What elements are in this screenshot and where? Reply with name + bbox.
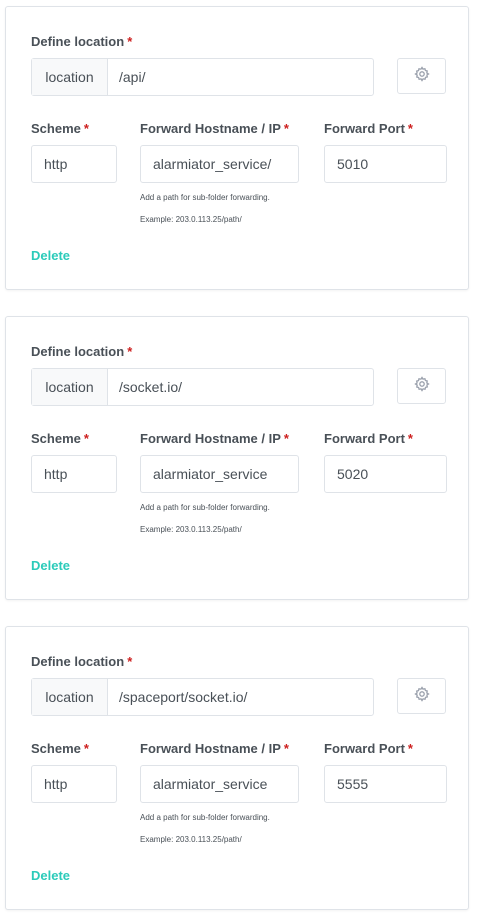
required-marker: * [407, 121, 413, 136]
required-marker: * [407, 741, 413, 756]
required-marker: * [283, 121, 289, 136]
location-input-group: location /spaceport/socket.io/ [31, 678, 374, 716]
required-marker: * [83, 121, 89, 136]
forward-port-label: Forward Port * [324, 431, 413, 446]
advanced-settings-button[interactable] [397, 678, 446, 714]
location-path-input[interactable]: /spaceport/socket.io/ [108, 679, 373, 715]
location-path-input[interactable]: /api/ [108, 59, 373, 95]
forward-host-input[interactable]: alarmiator_service [140, 765, 299, 803]
location-prefix: location [32, 369, 108, 405]
required-marker: * [83, 741, 89, 756]
scheme-label: Scheme * [31, 121, 89, 136]
scheme-input[interactable]: http [31, 765, 117, 803]
required-marker: * [283, 431, 289, 446]
example-hint: Example: 203.0.113.25/path/ [140, 835, 242, 844]
delete-link[interactable]: Delete [31, 248, 70, 263]
location-card: Define location * location /spaceport/soc… [5, 626, 469, 910]
forward-host-label: Forward Hostname / IP * [140, 741, 289, 756]
required-marker: * [83, 431, 89, 446]
gear-icon [413, 375, 430, 397]
scheme-input[interactable]: http [31, 455, 117, 493]
required-marker: * [127, 654, 133, 669]
forward-host-label: Forward Hostname / IP * [140, 431, 289, 446]
example-hint: Example: 203.0.113.25/path/ [140, 215, 242, 224]
required-marker: * [407, 431, 413, 446]
advanced-settings-button[interactable] [397, 58, 446, 94]
define-location-label: Define location * [31, 344, 133, 359]
example-hint: Example: 203.0.113.25/path/ [140, 525, 242, 534]
delete-link[interactable]: Delete [31, 868, 70, 883]
forward-port-input[interactable]: 5555 [324, 765, 447, 803]
forward-port-label: Forward Port * [324, 741, 413, 756]
scheme-input[interactable]: http [31, 145, 117, 183]
subfolder-hint: Add a path for sub-folder forwarding. [140, 503, 270, 512]
gear-icon [413, 65, 430, 87]
define-location-label: Define location * [31, 34, 133, 49]
scheme-label: Scheme * [31, 431, 89, 446]
location-input-group: location /api/ [31, 58, 374, 96]
advanced-settings-button[interactable] [397, 368, 446, 404]
define-location-label: Define location * [31, 654, 133, 669]
delete-link[interactable]: Delete [31, 558, 70, 573]
required-marker: * [283, 741, 289, 756]
required-marker: * [127, 34, 133, 49]
location-path-input[interactable]: /socket.io/ [108, 369, 373, 405]
location-prefix: location [32, 59, 108, 95]
location-prefix: location [32, 679, 108, 715]
forward-host-input[interactable]: alarmiator_service [140, 455, 299, 493]
subfolder-hint: Add a path for sub-folder forwarding. [140, 813, 270, 822]
forward-host-input[interactable]: alarmiator_service/ [140, 145, 299, 183]
forward-port-input[interactable]: 5010 [324, 145, 447, 183]
forward-port-label: Forward Port * [324, 121, 413, 136]
gear-icon [413, 685, 430, 707]
location-input-group: location /socket.io/ [31, 368, 374, 406]
required-marker: * [127, 344, 133, 359]
subfolder-hint: Add a path for sub-folder forwarding. [140, 193, 270, 202]
location-card: Define location * location /socket.io/ Sc… [5, 316, 469, 600]
location-card: Define location * location /api/ Scheme * … [5, 6, 469, 290]
forward-port-input[interactable]: 5020 [324, 455, 447, 493]
scheme-label: Scheme * [31, 741, 89, 756]
forward-host-label: Forward Hostname / IP * [140, 121, 289, 136]
